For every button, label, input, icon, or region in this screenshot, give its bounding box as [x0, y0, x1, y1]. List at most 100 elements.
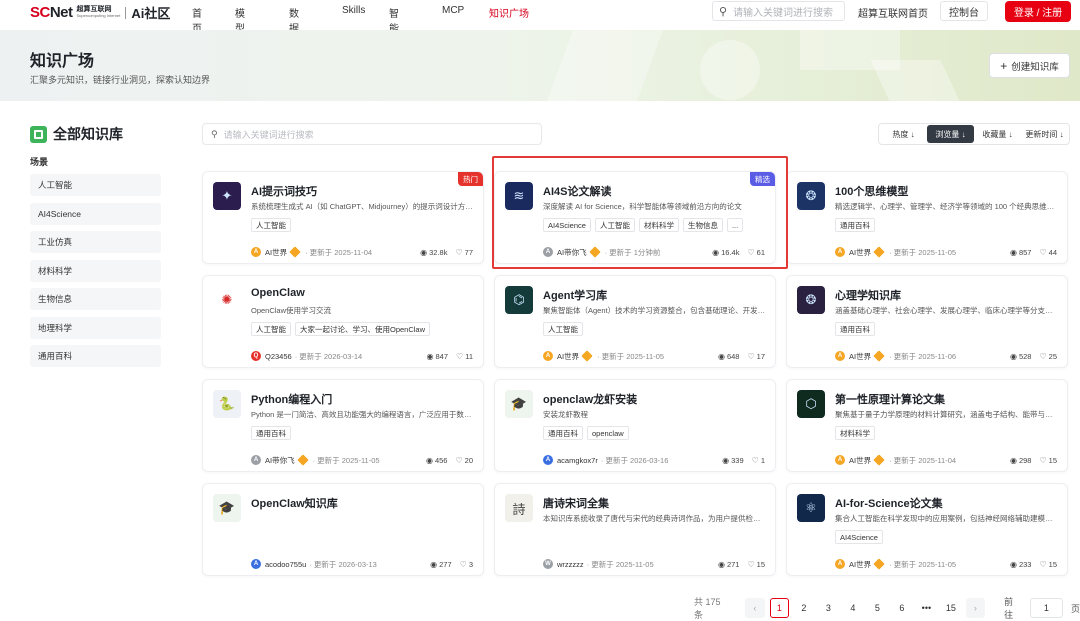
- avatar[interactable]: A: [543, 351, 553, 361]
- avatar[interactable]: A: [835, 455, 845, 465]
- knowledge-card[interactable]: ⌬ Agent学习库 聚焦智能体（Agent）技术的学习资源整合，包含基础理论、开发…: [494, 275, 776, 368]
- avatar[interactable]: Q: [251, 351, 261, 361]
- avatar[interactable]: A: [835, 247, 845, 257]
- top-search-input[interactable]: ⚲ 请输入关键词进行搜索: [712, 1, 845, 21]
- page-button-1[interactable]: 1: [769, 598, 790, 618]
- knowledge-card[interactable]: 🎓 OpenClaw知识库 Aacodoo755u · 更新于 2026-03-13 ◉…: [202, 483, 484, 576]
- author-name[interactable]: AI世界: [557, 351, 579, 362]
- author-name[interactable]: AI世界: [849, 455, 871, 466]
- heart-icon[interactable]: ♡: [747, 560, 754, 569]
- knowledge-card[interactable]: ✺ OpenClaw OpenClaw使用学习交流 人工智能 大家一起讨论、学习、使用O…: [202, 275, 484, 368]
- author-name[interactable]: acamgkox7r: [557, 456, 598, 465]
- nav-item-mcp[interactable]: MCP: [442, 5, 464, 16]
- card-tag[interactable]: 人工智能: [543, 322, 583, 336]
- avatar[interactable]: A: [543, 455, 553, 465]
- heart-icon[interactable]: ♡: [1039, 248, 1046, 257]
- heart-icon[interactable]: ♡: [752, 456, 759, 465]
- heart-icon[interactable]: ♡: [1039, 352, 1046, 361]
- knowledge-card[interactable]: ⬡ 第一性原理计算论文集 聚焦基于量子力学原理的材料计算研究，涵盖电子结构、能带与第…: [786, 379, 1068, 472]
- author-name[interactable]: wrzzzzz: [557, 560, 584, 569]
- card-tag[interactable]: 人工智能: [251, 218, 291, 232]
- knowledge-card[interactable]: ❂ 心理学知识库 涵盖基础心理学、社会心理学、发展心理学、临床心理学等分支知识 通用百…: [786, 275, 1068, 368]
- console-button[interactable]: 控制台: [940, 1, 988, 21]
- create-knowledge-base-button[interactable]: + 创建知识库: [989, 53, 1070, 78]
- heart-icon[interactable]: ♡: [455, 456, 462, 465]
- author-name[interactable]: AI世界: [849, 247, 871, 258]
- page-button-3[interactable]: 3: [819, 598, 839, 618]
- category-encyclopedia[interactable]: 通用百科: [30, 345, 161, 367]
- heart-icon[interactable]: ♡: [747, 352, 754, 361]
- category-industrial-sim[interactable]: 工业仿真: [30, 231, 161, 253]
- card-tag[interactable]: 通用百科: [543, 426, 583, 440]
- card-title[interactable]: OpenClaw: [251, 287, 305, 299]
- category-ai[interactable]: 人工智能: [30, 174, 161, 196]
- card-title[interactable]: Python编程入门: [251, 391, 332, 407]
- sort-by-update-time[interactable]: 更新时间 ↓: [1021, 125, 1068, 143]
- author-name[interactable]: AI带你飞: [265, 455, 295, 466]
- category-materials[interactable]: 材料科学: [30, 259, 161, 282]
- avatar[interactable]: A: [835, 559, 845, 569]
- page-ellipsis[interactable]: •••: [917, 598, 937, 618]
- knowledge-card[interactable]: ❂ 100个思维模型 精选逻辑学、心理学、管理学、经济学等领域的 100 个经典思维…: [786, 171, 1068, 264]
- card-tag[interactable]: 通用百科: [835, 218, 875, 232]
- next-page-button[interactable]: ›: [965, 598, 986, 618]
- avatar[interactable]: A: [251, 455, 261, 465]
- login-register-button[interactable]: 登录 / 注册: [1005, 1, 1071, 22]
- card-tag[interactable]: AI4Science: [835, 530, 883, 544]
- sort-by-popularity[interactable]: 热度 ↓: [880, 125, 927, 143]
- category-ai4science[interactable]: AI4Science: [30, 202, 161, 225]
- card-title[interactable]: 唐诗宋词全集: [543, 495, 609, 511]
- knowledge-card[interactable]: 🎓 openclaw龙虾安装 安装龙虾教程 通用百科 openclaw Aacamgkox…: [494, 379, 776, 472]
- sort-by-views[interactable]: 浏览量 ↓: [927, 125, 974, 143]
- card-tag[interactable]: 材料科学: [835, 426, 875, 440]
- nav-item-skills[interactable]: Skills: [342, 5, 365, 16]
- category-geoscience[interactable]: 地理科学: [30, 316, 161, 339]
- knowledge-card[interactable]: 詩唐诗宋词全集 本知识库系统收录了唐代与宋代的经典诗词作品，为用户提供检索与赏析 W…: [494, 483, 776, 576]
- sidebar-title[interactable]: 全部知识库: [30, 124, 123, 144]
- sort-by-favorites[interactable]: 收藏量 ↓: [974, 125, 1021, 143]
- card-tag[interactable]: 通用百科: [835, 322, 875, 336]
- card-title[interactable]: AI-for-Science论文集: [835, 495, 943, 511]
- nav-item-knowledge[interactable]: 知识广场: [489, 5, 529, 20]
- author-name[interactable]: acodoo755u: [265, 560, 306, 569]
- avatar[interactable]: W: [543, 559, 553, 569]
- card-title[interactable]: OpenClaw知识库: [251, 495, 338, 511]
- goto-page-input[interactable]: 1: [1029, 598, 1063, 618]
- prev-page-button[interactable]: ‹: [745, 598, 765, 618]
- knowledge-search-input[interactable]: ⚲ 请输入关键词进行搜索: [202, 123, 542, 145]
- card-tag[interactable]: 大家一起讨论、学习、使用OpenClaw: [295, 322, 431, 336]
- page-button-15[interactable]: 15: [941, 598, 961, 618]
- knowledge-card[interactable]: ⚛ AI-for-Science论文集 集合人工智能在科学发现中的应用案例，包括神经…: [786, 483, 1068, 576]
- card-tag[interactable]: 通用百科: [251, 426, 291, 440]
- card-title[interactable]: 第一性原理计算论文集: [835, 391, 945, 407]
- page-button-4[interactable]: 4: [843, 598, 863, 618]
- heart-icon[interactable]: ♡: [456, 352, 463, 361]
- heart-icon[interactable]: ♡: [1039, 560, 1046, 569]
- avatar[interactable]: A: [835, 351, 845, 361]
- card-title[interactable]: Agent学习库: [543, 287, 607, 303]
- card-title[interactable]: openclaw龙虾安装: [543, 391, 637, 407]
- author-name[interactable]: AI世界: [849, 351, 871, 362]
- heart-icon[interactable]: ♡: [1039, 456, 1046, 465]
- category-bioinfo[interactable]: 生物信息: [30, 288, 161, 310]
- page-button-2[interactable]: 2: [794, 598, 814, 618]
- author-name[interactable]: Q23456: [265, 352, 292, 361]
- knowledge-card[interactable]: ✦ AI提示词技巧 系统梳理生成式 AI（如 ChatGPT、Midjourney）…: [202, 171, 484, 264]
- card-title[interactable]: 100个思维模型: [835, 183, 908, 199]
- portal-link[interactable]: 超算互联网首页: [858, 5, 928, 20]
- card-title[interactable]: 心理学知识库: [835, 287, 901, 303]
- scnet-logo[interactable]: SCNet 超算互联网 Supercomputing Internet Ai社区: [30, 3, 170, 22]
- author-name[interactable]: AI世界: [849, 559, 871, 570]
- avatar[interactable]: A: [251, 247, 261, 257]
- heart-icon[interactable]: ♡: [460, 560, 467, 569]
- avatar[interactable]: A: [251, 559, 261, 569]
- card-tag[interactable]: openclaw: [587, 426, 629, 440]
- author-name[interactable]: AI世界: [265, 247, 287, 258]
- page-button-5[interactable]: 5: [868, 598, 888, 618]
- page-button-6[interactable]: 6: [892, 598, 912, 618]
- card-stats: ◉ 339 ♡ 1: [722, 456, 765, 465]
- knowledge-card[interactable]: 🐍 Python编程入门 Python 是一门简洁、高效且功能强大的编程语言，广泛应…: [202, 379, 484, 472]
- card-title[interactable]: AI提示词技巧: [251, 183, 317, 199]
- heart-icon[interactable]: ♡: [455, 248, 462, 257]
- card-tag[interactable]: 人工智能: [251, 322, 291, 336]
